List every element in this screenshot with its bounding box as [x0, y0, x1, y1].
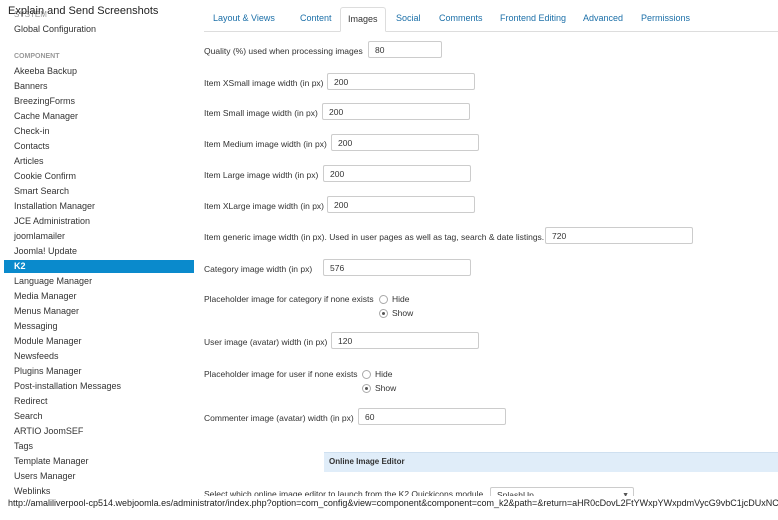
field-label: Item XSmall image width (in px) [204, 78, 324, 88]
online-image-editor-section: Online Image Editor [324, 452, 778, 472]
tab-layout-views[interactable]: Layout & Views [213, 7, 275, 29]
field-input[interactable]: 200 [322, 103, 470, 120]
radio-show[interactable] [362, 384, 371, 393]
radio-label-show: Show [392, 308, 414, 318]
field-input[interactable]: 200 [327, 73, 475, 90]
sidebar-item-smart-search[interactable]: Smart Search [14, 186, 69, 196]
tab-permissions[interactable]: Permissions [641, 7, 690, 29]
sidebar-item-language-manager[interactable]: Language Manager [14, 276, 92, 286]
radio-hide[interactable] [362, 370, 371, 379]
sidebar-item-global-configuration[interactable]: Global Configuration [14, 24, 96, 34]
field-input[interactable]: 60 [358, 408, 506, 425]
sidebar-item-articles[interactable]: Articles [14, 156, 44, 166]
sidebar-item-search[interactable]: Search [14, 411, 43, 421]
sidebar-item-module-manager[interactable]: Module Manager [14, 336, 82, 346]
sidebar-item-cache-manager[interactable]: Cache Manager [14, 111, 78, 121]
sidebar-item-users-manager[interactable]: Users Manager [14, 471, 76, 481]
field-input[interactable]: 200 [327, 196, 475, 213]
sidebar-item-menus-manager[interactable]: Menus Manager [14, 306, 79, 316]
field-input[interactable]: 720 [545, 227, 693, 244]
field-label: Item XLarge image width (in px) [204, 201, 324, 211]
field-input[interactable]: 576 [323, 259, 471, 276]
placeholder-user-label: Placeholder image for user if none exist… [204, 369, 358, 379]
sidebar-item-banners[interactable]: Banners [14, 81, 48, 91]
field-label: Category image width (in px) [204, 264, 313, 274]
sidebar-item-joomlamailer[interactable]: joomlamailer [14, 231, 65, 241]
field-label: Commenter image (avatar) width (in px) [204, 413, 354, 423]
radio-label-show: Show [375, 383, 397, 393]
tab-social[interactable]: Social [396, 7, 421, 29]
field-label: Quality (%) used when processing images [204, 46, 363, 56]
sidebar-item-newsfeeds[interactable]: Newsfeeds [14, 351, 59, 361]
sidebar-item-check-in[interactable]: Check-in [14, 126, 50, 136]
radio-hide[interactable] [379, 295, 388, 304]
field-label: Item generic image width (in px). Used i… [204, 232, 545, 242]
field-input[interactable]: 80 [368, 41, 442, 58]
field-label: User image (avatar) width (in px) [204, 337, 328, 347]
component-heading: COMPONENT [14, 53, 60, 60]
sidebar-item-cookie-confirm[interactable]: Cookie Confirm [14, 171, 76, 181]
sidebar-item-messaging[interactable]: Messaging [14, 321, 58, 331]
field-label: Item Small image width (in px) [204, 108, 318, 118]
section-title: Online Image Editor [329, 457, 405, 466]
tab-content[interactable]: Content [300, 7, 332, 29]
field-label: Item Medium image width (in px) [204, 139, 327, 149]
placeholder-category-label: Placeholder image for category if none e… [204, 294, 374, 304]
status-bar-url: http://amaliliverpool-cp514.webjoomla.es… [0, 496, 778, 510]
sidebar-item-tags[interactable]: Tags [14, 441, 33, 451]
radio-label-hide: Hide [375, 369, 393, 379]
field-input[interactable]: 200 [331, 134, 479, 151]
sidebar-item-installation-manager[interactable]: Installation Manager [14, 201, 95, 211]
field-input[interactable]: 120 [331, 332, 479, 349]
sidebar-item-media-manager[interactable]: Media Manager [14, 291, 77, 301]
tab-frontend-editing[interactable]: Frontend Editing [500, 7, 566, 29]
sidebar-item-plugins-manager[interactable]: Plugins Manager [14, 366, 82, 376]
radio-label-hide: Hide [392, 294, 410, 304]
sidebar-item-artio-joomsef[interactable]: ARTIO JoomSEF [14, 426, 83, 436]
sidebar-item-akeeba-backup[interactable]: Akeeba Backup [14, 66, 77, 76]
radio-show[interactable] [379, 309, 388, 318]
sidebar-item-k2[interactable]: K2 [4, 260, 194, 273]
tab-comments[interactable]: Comments [439, 7, 483, 29]
sidebar-item-post-installation-messages[interactable]: Post-installation Messages [14, 381, 121, 391]
sidebar-item-weblinks[interactable]: Weblinks [14, 486, 50, 496]
tab-advanced[interactable]: Advanced [583, 7, 623, 29]
field-label: Item Large image width (in px) [204, 170, 319, 180]
field-input[interactable]: 200 [323, 165, 471, 182]
sidebar-item-breezingforms[interactable]: BreezingForms [14, 96, 75, 106]
overlay-title: Explain and Send Screenshots [8, 5, 159, 17]
tab-bar: Layout & Views Content Images Social Comment… [204, 7, 778, 32]
sidebar-item-label: K2 [14, 261, 26, 271]
sidebar: SYSTEM Global Configuration COMPONENT Ak… [0, 0, 196, 520]
sidebar-item-contacts[interactable]: Contacts [14, 141, 50, 151]
sidebar-item-joomla-update[interactable]: Joomla! Update [14, 246, 77, 256]
sidebar-item-redirect[interactable]: Redirect [14, 396, 48, 406]
sidebar-item-jce-administration[interactable]: JCE Administration [14, 216, 90, 226]
main-panel: Layout & Views Content Images Social Comment… [196, 0, 778, 520]
sidebar-item-template-manager[interactable]: Template Manager [14, 456, 89, 466]
tab-images[interactable]: Images [340, 7, 386, 32]
